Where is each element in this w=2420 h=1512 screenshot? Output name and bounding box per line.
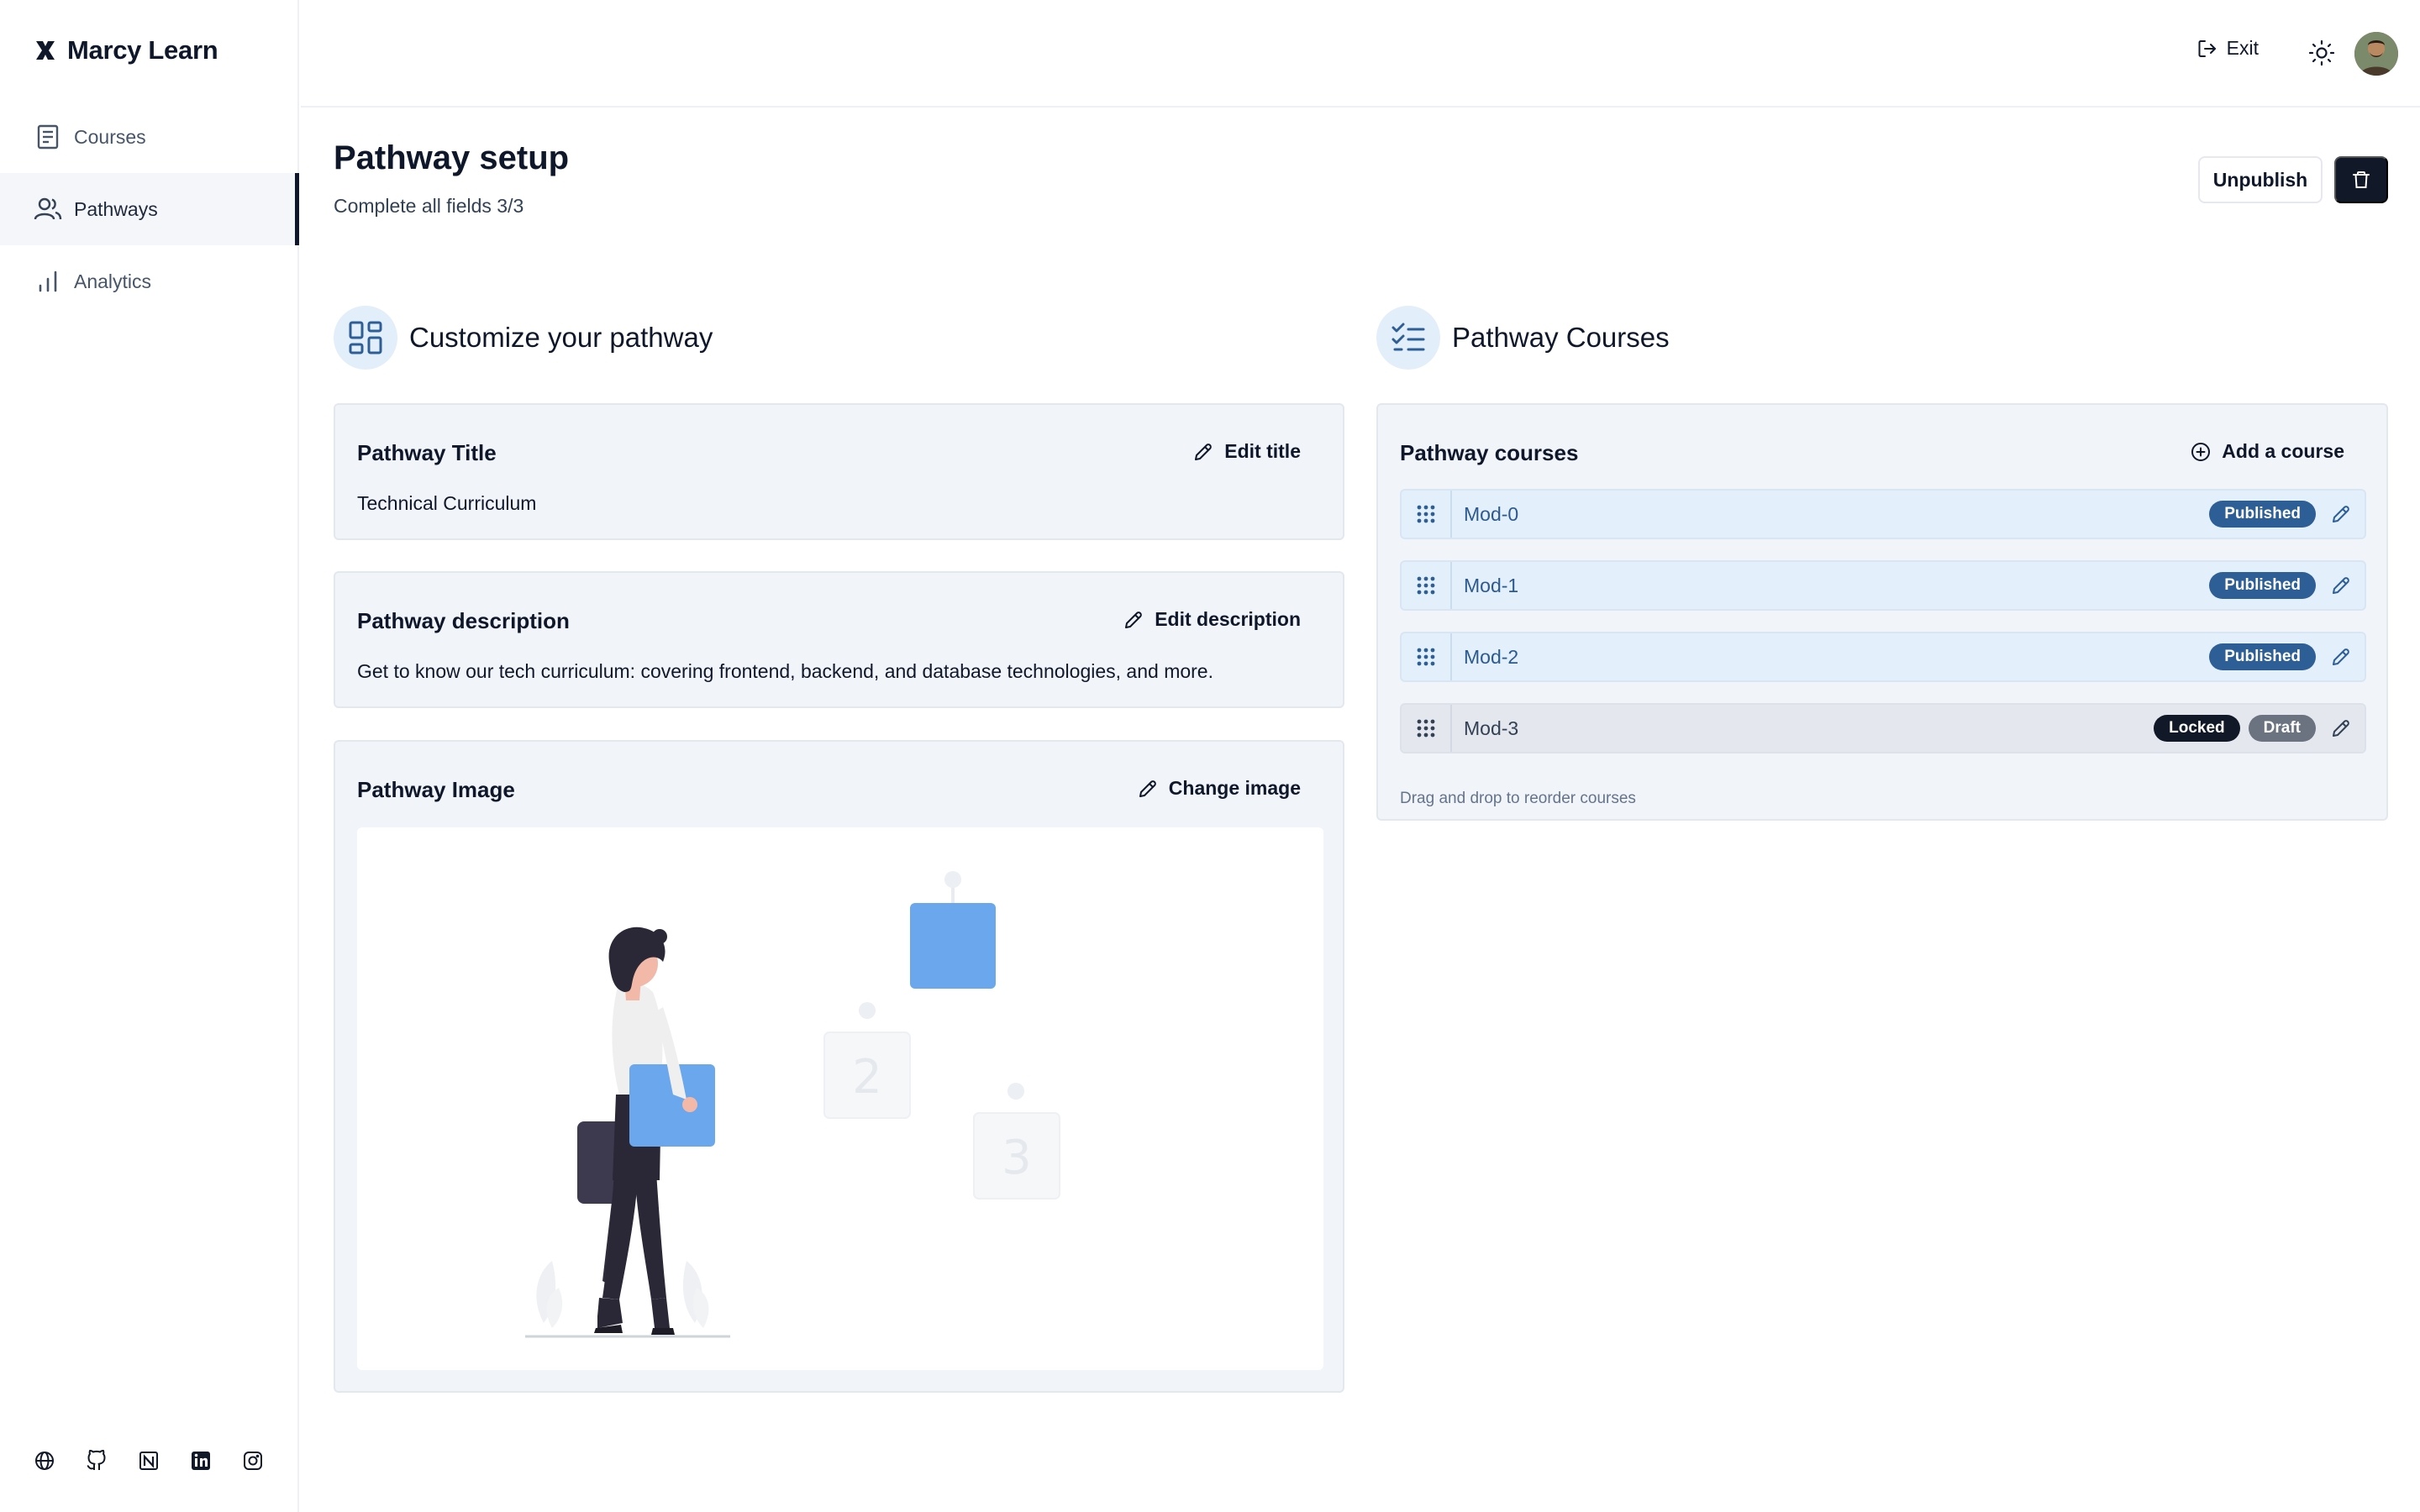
page-subtitle: Complete all fields 3/3	[334, 195, 524, 217]
pencil-icon	[1139, 780, 1156, 797]
social-links	[32, 1448, 266, 1473]
pencil-icon	[1195, 443, 1213, 460]
exit-label: Exit	[2226, 37, 2259, 59]
courses-section-header: Pathway Courses	[1376, 306, 1670, 370]
course-row-mod-0[interactable]: Mod-0 Published	[1400, 489, 2366, 539]
exit-icon	[2198, 39, 2216, 57]
pencil-icon	[2333, 720, 2349, 737]
bar-chart-icon	[39, 270, 57, 292]
course-row-mod-2[interactable]: Mod-2 Published	[1400, 632, 2366, 682]
course-name: Mod-0	[1464, 502, 1519, 525]
edit-course-button[interactable]	[2324, 717, 2358, 739]
brand[interactable]: Marcy Learn	[34, 34, 218, 67]
status-badge: Published	[2209, 501, 2316, 528]
sidebar: Marcy Learn Courses Pathways Analytics	[0, 0, 299, 1512]
sidebar-item-analytics[interactable]: Analytics	[0, 245, 299, 318]
sidebar-item-label: Analytics	[74, 270, 152, 292]
locked-badge: Locked	[2154, 715, 2240, 742]
drag-handle-icon[interactable]	[1402, 562, 1452, 609]
edit-title-label: Edit title	[1224, 440, 1301, 462]
edit-title-button[interactable]: Edit title	[1192, 440, 1301, 463]
drag-handle-icon[interactable]	[1402, 633, 1452, 680]
sidebar-item-pathways[interactable]: Pathways	[0, 173, 299, 245]
notion-icon[interactable]	[136, 1448, 161, 1473]
status-badge: Published	[2209, 643, 2316, 670]
course-name: Mod-2	[1464, 645, 1519, 668]
instagram-icon[interactable]	[240, 1448, 266, 1473]
course-row-mod-3[interactable]: Mod-3 Locked Draft	[1400, 703, 2366, 753]
unpublish-button[interactable]: Unpublish	[2198, 156, 2323, 203]
pathway-description-label: Pathway description	[357, 608, 570, 633]
reorder-hint: Drag and drop to reorder courses	[1400, 790, 1636, 807]
add-course-button[interactable]: Add a course	[2190, 440, 2344, 463]
pathway-title-value: Technical Curriculum	[357, 492, 537, 514]
customize-section-header: Customize your pathway	[334, 306, 713, 370]
change-image-button[interactable]: Change image	[1137, 777, 1301, 800]
pathway-courses-label: Pathway courses	[1400, 440, 1579, 465]
change-image-label: Change image	[1168, 777, 1301, 799]
courses-heading: Pathway Courses	[1452, 322, 1670, 353]
draft-badge: Draft	[2248, 715, 2316, 742]
pathway-image-label: Pathway Image	[357, 777, 515, 802]
edit-course-button[interactable]	[2324, 575, 2358, 596]
trash-icon	[2353, 171, 2370, 188]
pencil-icon	[2333, 648, 2349, 665]
users-icon	[34, 197, 62, 220]
pathway-illustration: 2 3	[525, 871, 1060, 1338]
exit-button[interactable]: Exit	[2196, 37, 2259, 60]
pathway-title-label: Pathway Title	[357, 440, 497, 465]
document-icon	[37, 124, 59, 150]
pathway-description-value: Get to know our tech curriculum: coverin…	[357, 660, 1213, 682]
status-badge: Published	[2209, 572, 2316, 599]
marcy-logo-icon	[34, 39, 57, 62]
sidebar-item-courses[interactable]: Courses	[0, 101, 299, 173]
drag-handle-icon[interactable]	[1402, 705, 1452, 752]
list-checks-icon	[1376, 306, 1440, 370]
pencil-icon	[2333, 506, 2349, 522]
delete-button[interactable]	[2334, 156, 2388, 203]
pencil-icon	[1125, 611, 1143, 628]
brand-name: Marcy Learn	[67, 35, 218, 65]
page-title: Pathway setup	[334, 139, 570, 176]
pathway-image-card: Pathway Image Change image 2 3	[334, 740, 1344, 1393]
course-name: Mod-1	[1464, 574, 1519, 596]
linkedin-icon[interactable]	[188, 1448, 213, 1473]
svg-text:3: 3	[1002, 1131, 1032, 1185]
edit-description-label: Edit description	[1155, 608, 1301, 630]
edit-course-button[interactable]	[2324, 503, 2358, 525]
sun-icon[interactable]	[2307, 39, 2336, 67]
github-icon[interactable]	[84, 1448, 109, 1473]
sidebar-item-label: Courses	[74, 125, 146, 148]
top-bar: Exit	[301, 0, 2420, 108]
pencil-icon	[2333, 577, 2349, 594]
sidebar-nav: Courses Pathways Analytics	[0, 101, 299, 318]
svg-text:2: 2	[852, 1050, 882, 1105]
plus-circle-icon	[2191, 442, 2211, 461]
course-name: Mod-3	[1464, 717, 1519, 739]
globe-icon[interactable]	[32, 1448, 57, 1473]
avatar[interactable]	[2354, 32, 2398, 76]
pathway-image: 2 3	[357, 827, 1323, 1370]
customize-heading: Customize your pathway	[409, 322, 713, 353]
sidebar-item-label: Pathways	[74, 197, 158, 220]
drag-handle-icon[interactable]	[1402, 491, 1452, 538]
course-row-mod-1[interactable]: Mod-1 Published	[1400, 560, 2366, 611]
edit-description-button[interactable]: Edit description	[1123, 608, 1301, 631]
edit-course-button[interactable]	[2324, 646, 2358, 668]
pathway-courses-card: Pathway courses Add a course Mod-0 Publi…	[1376, 403, 2388, 821]
layout-grid-icon	[334, 306, 397, 370]
add-course-label: Add a course	[2222, 440, 2344, 462]
pathway-title-card: Pathway Title Edit title Technical Curri…	[334, 403, 1344, 540]
pathway-description-card: Pathway description Edit description Get…	[334, 571, 1344, 708]
